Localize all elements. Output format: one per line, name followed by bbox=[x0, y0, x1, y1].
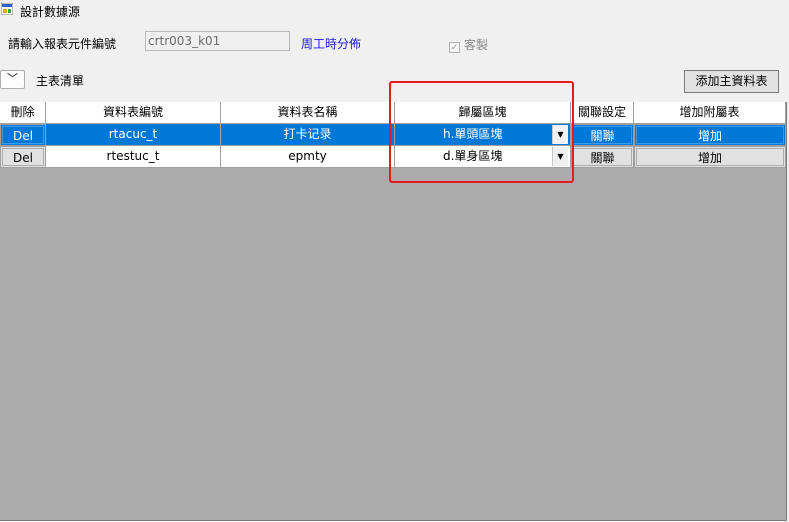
table-name-cell[interactable]: epmty bbox=[221, 146, 395, 168]
column-header-table-id[interactable]: 資料表編號 bbox=[46, 102, 221, 124]
column-header-table-name[interactable]: 資料表名稱 bbox=[221, 102, 395, 124]
title-bar: 設計數據源 bbox=[0, 0, 789, 22]
table-name-cell[interactable]: 打卡记录 bbox=[221, 124, 395, 146]
table-id-cell[interactable]: rtacuc_t bbox=[46, 124, 221, 146]
add-main-table-button[interactable]: 添加主資料表 bbox=[684, 70, 779, 93]
table-id-cell[interactable]: rtestuc_t bbox=[46, 146, 221, 168]
component-id-input[interactable] bbox=[145, 31, 290, 51]
delete-button[interactable]: Del bbox=[0, 146, 46, 168]
relation-button[interactable]: 關聯 bbox=[571, 146, 634, 168]
add-subtable-button[interactable]: 增加 bbox=[634, 146, 786, 168]
column-header-relation[interactable]: 關聯設定 bbox=[571, 102, 634, 124]
add-subtable-button[interactable]: 增加 bbox=[634, 124, 786, 146]
custom-checkbox[interactable]: ✓ 客製 bbox=[449, 36, 488, 53]
delete-button[interactable]: Del bbox=[0, 124, 46, 146]
annotation-highlight-box bbox=[389, 81, 574, 183]
chevron-down-icon: ﹀ bbox=[7, 72, 18, 85]
relation-button[interactable]: 關聯 bbox=[571, 124, 634, 146]
window-title: 設計數據源 bbox=[20, 5, 81, 19]
report-name-link[interactable]: 周工時分佈 bbox=[301, 35, 361, 52]
column-header-delete[interactable]: 刪除 bbox=[0, 102, 46, 124]
custom-checkbox-label: 客製 bbox=[464, 38, 489, 52]
column-header-add-sub[interactable]: 增加附屬表 bbox=[634, 102, 786, 124]
collapse-button[interactable]: ﹀ bbox=[0, 70, 25, 89]
component-id-label: 請輸入報表元件編號 bbox=[8, 37, 117, 51]
main-table-list-label: 主表清單 bbox=[36, 74, 85, 88]
checkbox-check-icon: ✓ bbox=[449, 42, 460, 53]
form-app-icon bbox=[1, 3, 13, 15]
